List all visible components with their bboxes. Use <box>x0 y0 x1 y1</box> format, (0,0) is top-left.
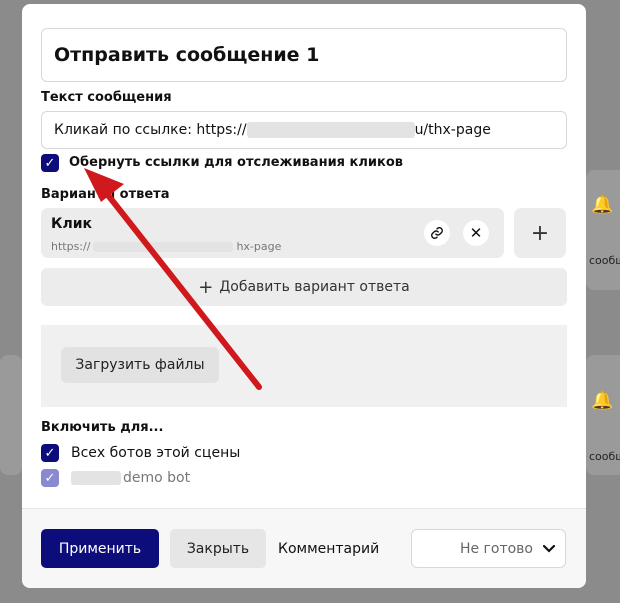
add-answer-square-button[interactable]: + <box>514 208 566 258</box>
link-button[interactable] <box>424 220 450 246</box>
background-node <box>0 355 22 475</box>
wrap-links-checkbox-label: Обернуть ссылки для отслеживания кликов <box>69 155 403 170</box>
remove-answer-button[interactable]: ✕ <box>463 220 489 246</box>
dialog-footer: Применить Закрыть Комментарий Не готово <box>22 508 586 588</box>
answer-url: https:// hx-page <box>51 240 281 253</box>
upload-files-button[interactable]: Загрузить файлы <box>61 347 219 383</box>
demo-bot-option: demo bot <box>71 470 190 486</box>
all-bots-label: Всех ботов этой сцены <box>71 445 241 461</box>
redacted-bot-name <box>71 471 121 485</box>
check-icon: ✓ <box>44 155 56 171</box>
check-icon: ✓ <box>44 445 56 461</box>
wrap-links-checkbox[interactable]: ✓ <box>41 154 59 172</box>
demo-bot-checkbox[interactable]: ✓ <box>41 469 59 487</box>
answers-section-label: Варианты ответа <box>41 187 170 202</box>
message-text-prefix: Кликай по ссылке: https:// <box>54 122 247 138</box>
upload-area: Загрузить файлы <box>41 325 567 407</box>
answer-url-suffix: hx-page <box>236 240 282 253</box>
close-button[interactable]: Закрыть <box>170 529 266 568</box>
answer-url-prefix: https:// <box>51 240 91 253</box>
redacted-url <box>93 241 234 252</box>
answer-title: Клик <box>51 216 93 232</box>
background-node-label: сообщен <box>589 254 620 267</box>
message-text-input[interactable]: Кликай по ссылке: https:// u/thx-page <box>41 111 567 149</box>
send-message-dialog: Отправить сообщение 1 Текст сообщения Кл… <box>22 4 586 588</box>
dialog-title: Отправить сообщение 1 <box>54 44 320 66</box>
title-input[interactable]: Отправить сообщение 1 <box>41 28 567 82</box>
demo-bot-label: demo bot <box>123 470 191 486</box>
message-section-label: Текст сообщения <box>41 90 172 105</box>
comment-button[interactable]: Комментарий <box>278 529 379 568</box>
check-icon: ✓ <box>44 470 56 486</box>
status-value: Не готово <box>459 540 533 557</box>
bell-icon: 🔔 <box>591 194 614 215</box>
apply-button[interactable]: Применить <box>41 529 159 568</box>
enable-for-label: Включить для... <box>41 420 164 435</box>
all-bots-checkbox[interactable]: ✓ <box>41 444 59 462</box>
add-answer-label: Добавить вариант ответа <box>219 279 410 295</box>
status-select[interactable]: Не готово <box>411 529 566 568</box>
close-icon: ✕ <box>469 224 483 242</box>
background-node-label: сообщен <box>589 450 620 463</box>
link-icon <box>431 227 443 239</box>
bell-icon: 🔔 <box>591 390 614 411</box>
message-text-suffix: u/thx-page <box>414 122 491 138</box>
plus-icon: + <box>530 220 550 246</box>
answer-option[interactable]: Клик https:// hx-page ✕ <box>41 208 504 258</box>
background-node <box>586 170 620 290</box>
add-answer-button[interactable]: + Добавить вариант ответа <box>41 268 567 306</box>
redacted-domain <box>246 122 415 138</box>
chevron-down-icon <box>542 542 556 556</box>
plus-icon: + <box>198 276 214 298</box>
